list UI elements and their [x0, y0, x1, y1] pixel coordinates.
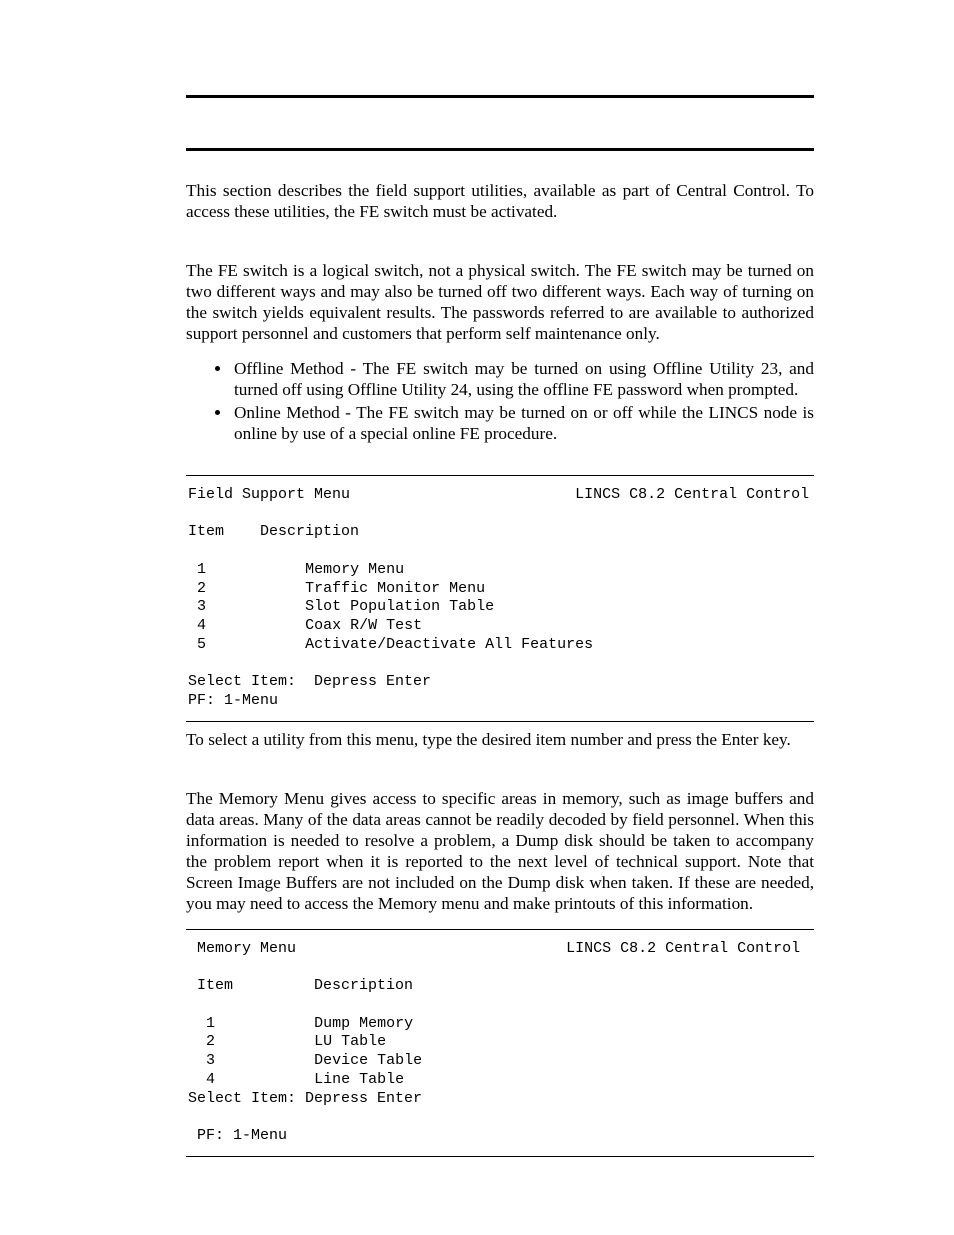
field-menu-instruction: To select a utility from this menu, type… [186, 730, 814, 751]
list-item: Offline Method - The FE switch may be tu… [232, 359, 814, 401]
top-rule-2 [186, 148, 814, 151]
field-support-menu-screen: Field Support Menu LINCS C8.2 Central Co… [186, 475, 814, 722]
memory-menu-paragraph: The Memory Menu gives access to specific… [186, 789, 814, 915]
list-item: Online Method - The FE switch may be tur… [232, 403, 814, 445]
fe-switch-paragraph: The FE switch is a logical switch, not a… [186, 261, 814, 345]
fe-methods-list: Offline Method - The FE switch may be tu… [186, 359, 814, 445]
memory-menu-screen: Memory Menu LINCS C8.2 Central Control I… [186, 929, 814, 1157]
intro-paragraph: This section describes the field support… [186, 181, 814, 223]
